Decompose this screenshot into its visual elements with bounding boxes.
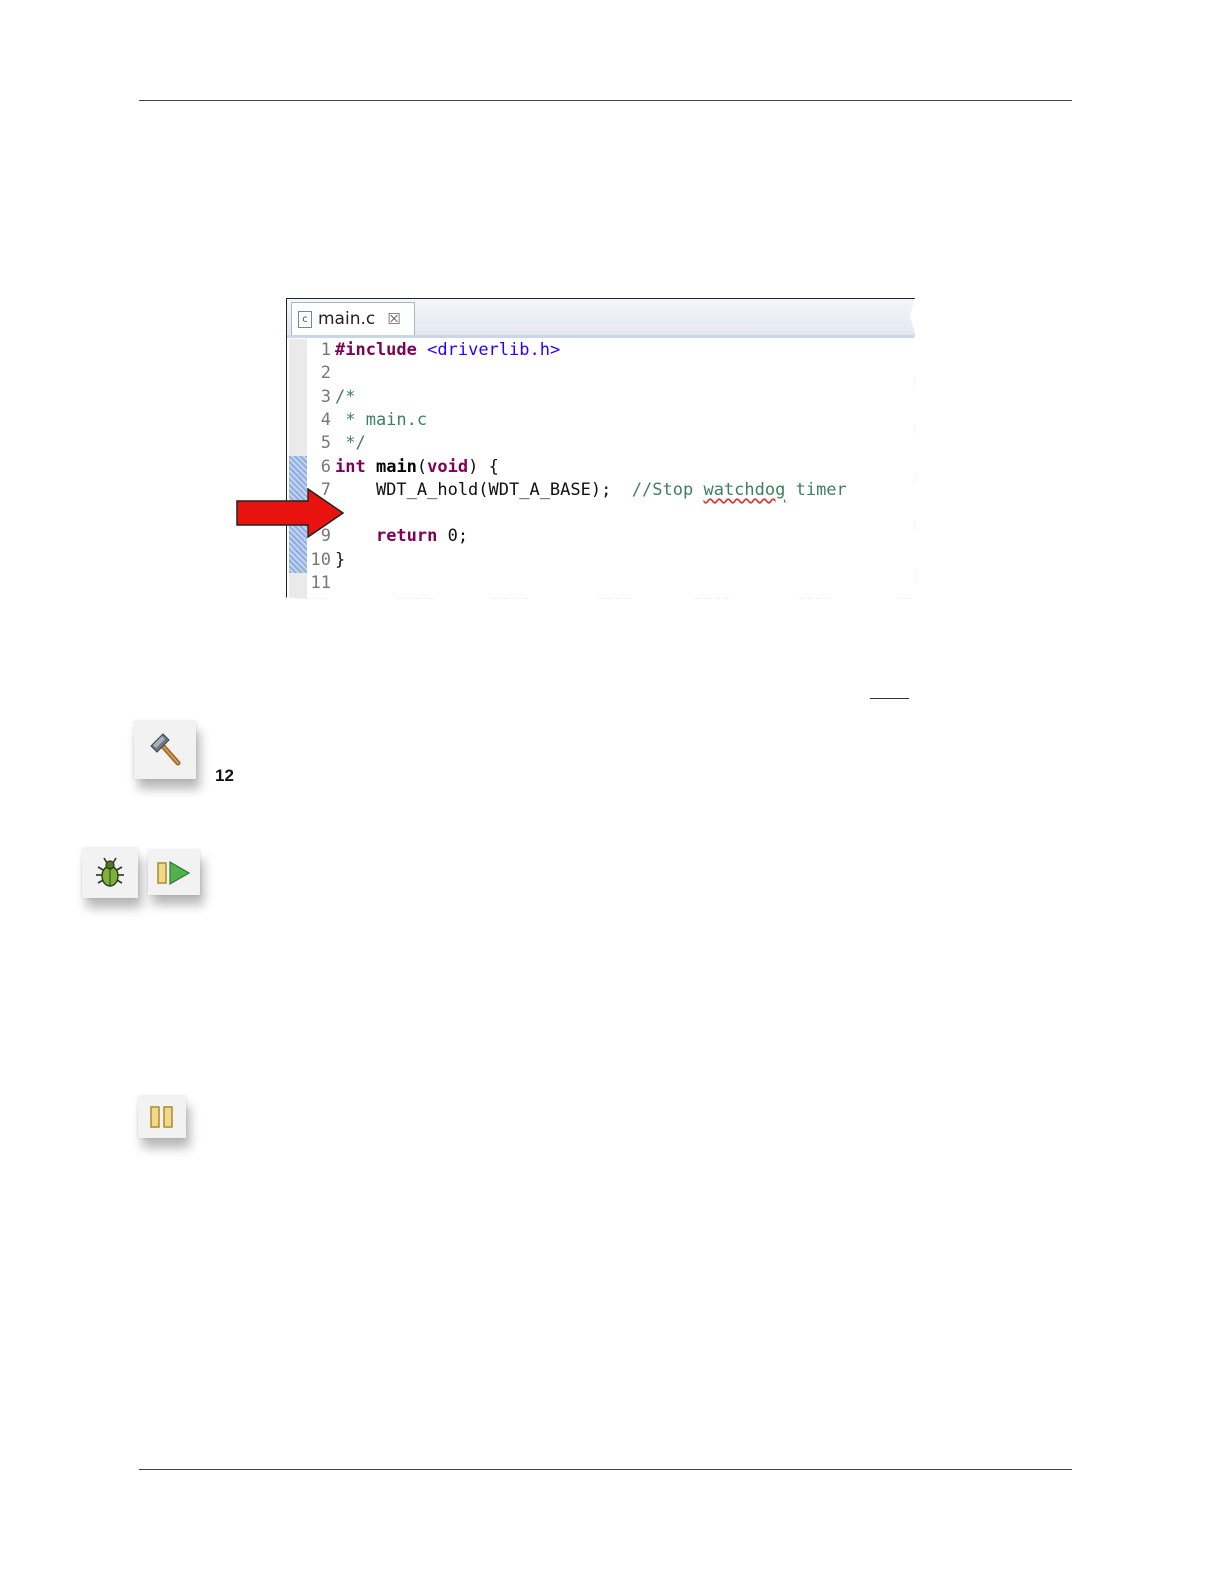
code-token: #include bbox=[335, 340, 417, 360]
code-token: 0; bbox=[437, 526, 469, 547]
line-number: 11 bbox=[310, 573, 331, 593]
code-token: ) { bbox=[468, 456, 499, 477]
resume-icon bbox=[157, 860, 191, 885]
editor-tab-bar: c main.c ☒ bbox=[287, 299, 915, 338]
code-line: 11 bbox=[307, 572, 335, 595]
line-number: 10 bbox=[310, 549, 331, 570]
tab-label: main.c bbox=[318, 309, 376, 329]
header-rule bbox=[139, 100, 1072, 101]
bug-icon bbox=[96, 857, 124, 887]
suspend-button[interactable] bbox=[138, 1096, 186, 1138]
line-number: 5 bbox=[320, 433, 331, 454]
code-area[interactable]: 1 #include <driverlib.h> 2 3/* 4 * main.c 5 *… bbox=[287, 339, 915, 599]
code-token: /* bbox=[335, 386, 356, 407]
code-line: 3/* bbox=[307, 386, 356, 409]
code-editor-screenshot: c main.c ☒ 1 #include <driverlib.h> 2 3/* 4 … bbox=[286, 298, 915, 599]
suspend-icon bbox=[150, 1106, 173, 1128]
line-number: 3 bbox=[320, 386, 331, 407]
code-line: 7 WDT_A_hold(WDT_A_BASE); //Stop watchdo… bbox=[307, 479, 847, 502]
code-token: return bbox=[375, 526, 438, 547]
change-marker bbox=[289, 548, 307, 573]
change-marker bbox=[289, 455, 307, 480]
hammer-icon bbox=[150, 733, 181, 766]
code-token: void bbox=[427, 456, 469, 477]
close-icon[interactable]: ☒ bbox=[387, 310, 400, 328]
code-line: 1 #include <driverlib.h> bbox=[307, 339, 560, 362]
line-number: 2 bbox=[320, 363, 331, 384]
code-token: int bbox=[335, 456, 366, 477]
code-token: WDT_A_hold(WDT_A_BASE); bbox=[335, 479, 632, 500]
debug-button[interactable] bbox=[82, 848, 138, 898]
code-token: } bbox=[335, 549, 346, 570]
code-token: ( bbox=[416, 456, 428, 477]
code-line: 6 int main(void) { bbox=[307, 456, 499, 479]
code-line: 10} bbox=[307, 549, 346, 572]
code-token: <driverlib.h> bbox=[427, 340, 561, 360]
build-button[interactable] bbox=[134, 721, 196, 779]
code-line: 4 * main.c bbox=[307, 409, 427, 432]
code-token: * main.c bbox=[335, 409, 428, 430]
line-number: 6 bbox=[320, 456, 331, 477]
footer-rule bbox=[139, 1469, 1072, 1470]
code-line: 5 */ bbox=[307, 432, 366, 455]
code-line: 2 bbox=[307, 362, 335, 385]
code-token: watchdog bbox=[703, 479, 786, 500]
code-token: //Stop bbox=[631, 479, 704, 500]
resume-button[interactable] bbox=[148, 850, 200, 895]
step-number: 12 bbox=[215, 766, 234, 785]
code-token: */ bbox=[335, 433, 366, 454]
c-file-icon: c bbox=[298, 310, 312, 328]
line-number: 1 bbox=[320, 340, 331, 360]
underline-mark bbox=[870, 698, 909, 699]
tab-main-c[interactable]: c main.c ☒ bbox=[291, 302, 415, 335]
arrow-icon bbox=[236, 488, 344, 538]
code-token: timer bbox=[785, 479, 847, 500]
code-token: main bbox=[375, 456, 417, 477]
line-number: 4 bbox=[320, 409, 331, 430]
